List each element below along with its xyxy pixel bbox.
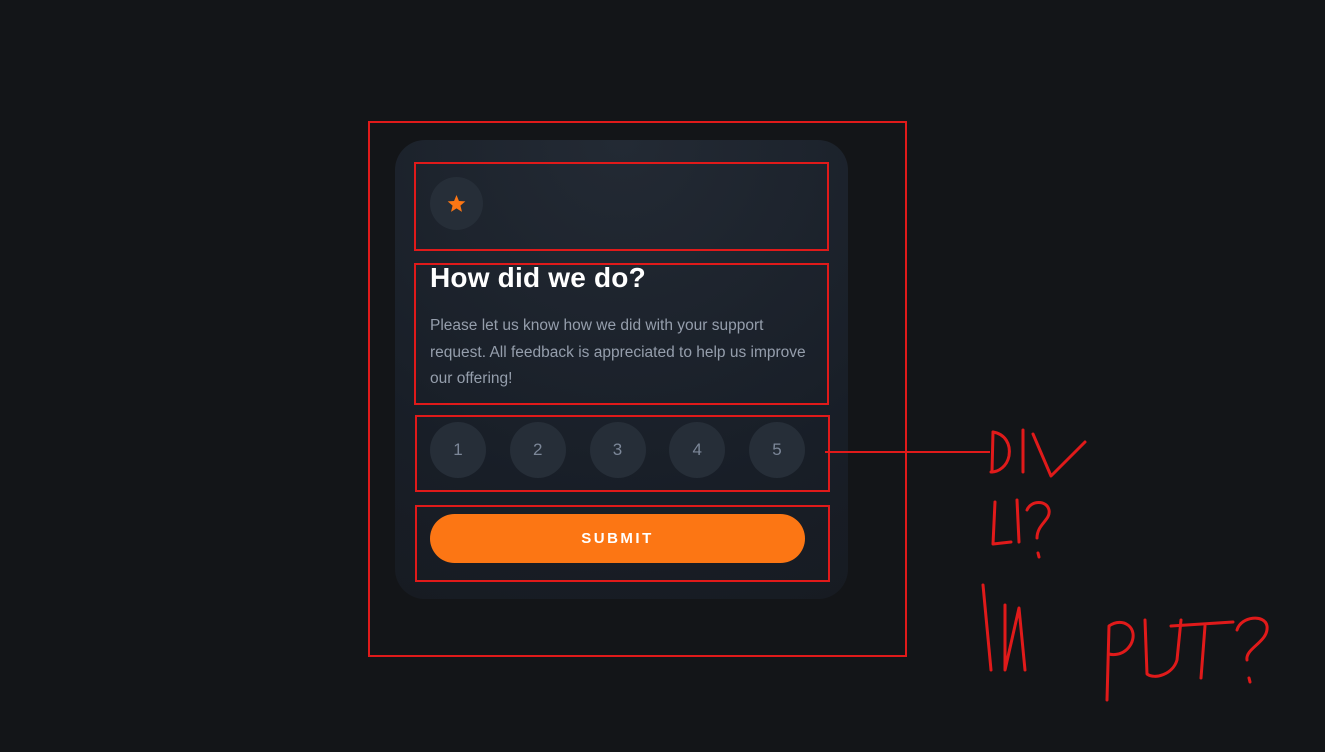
annotation-box-header bbox=[414, 162, 829, 251]
handwritten-annotation bbox=[981, 428, 1269, 702]
annotation-connector-line bbox=[825, 451, 990, 453]
annotation-box-rating bbox=[415, 415, 830, 492]
annotation-box-text bbox=[414, 263, 829, 405]
annotation-box-submit bbox=[415, 505, 830, 582]
page: How did we do? Please let us know how we… bbox=[0, 0, 1325, 752]
